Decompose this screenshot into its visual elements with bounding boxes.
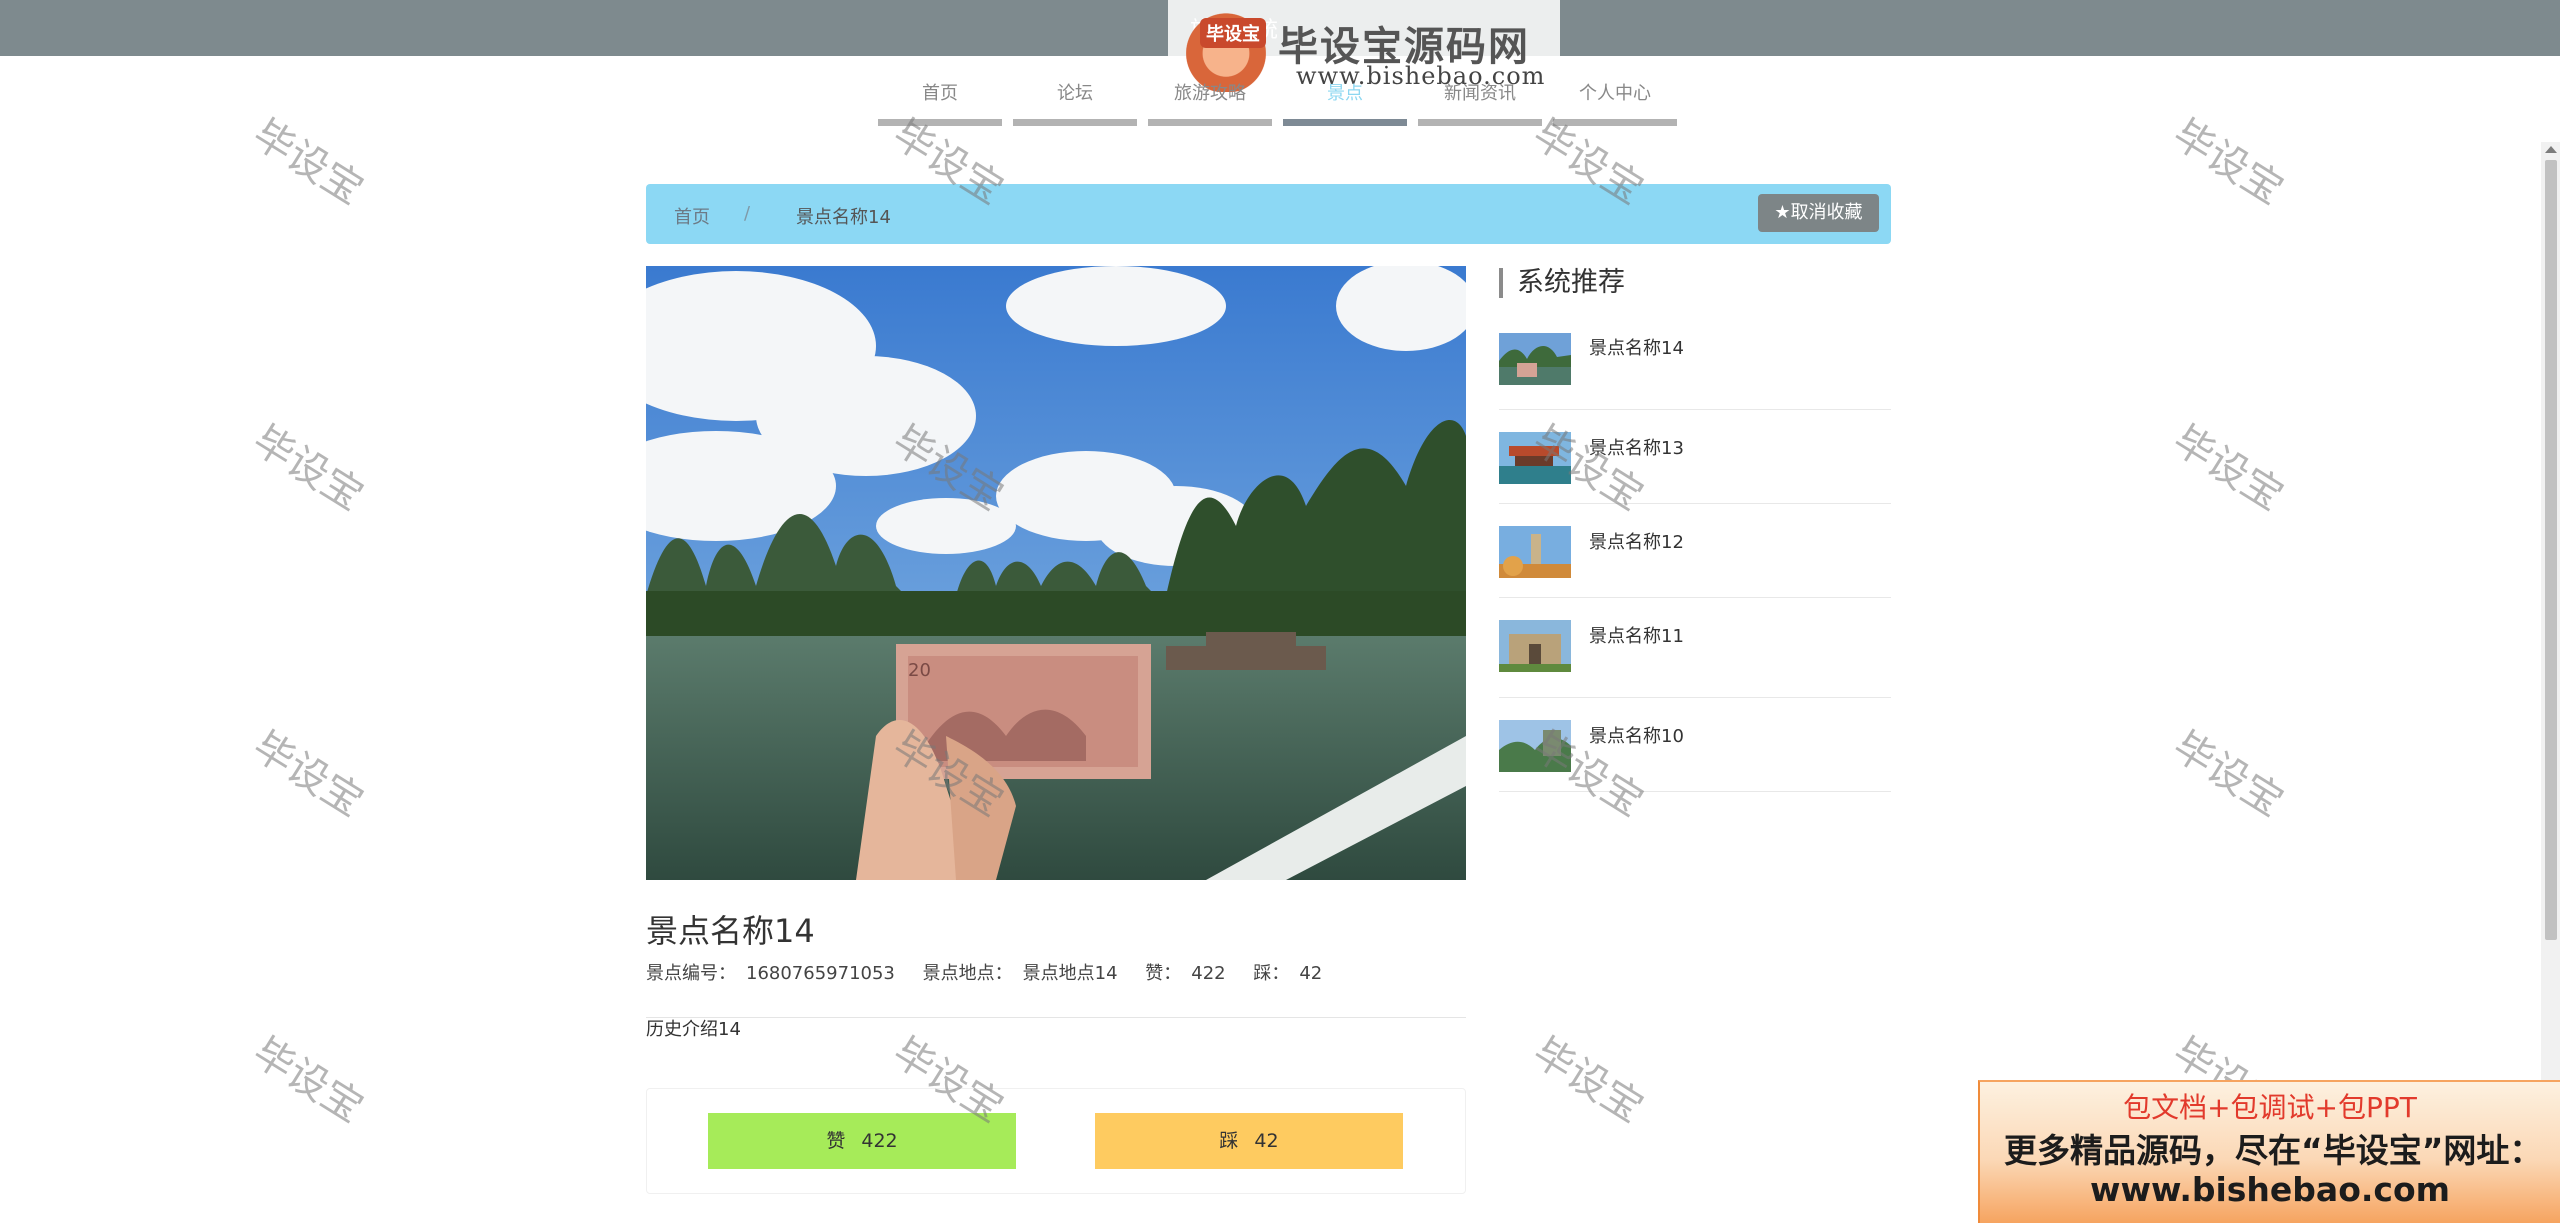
nav-item-profile[interactable]: 个人中心 [1553, 78, 1677, 126]
watermark-text: 毕设宝 [2164, 417, 2291, 520]
recommend-item[interactable]: 景点名称12 [1499, 520, 1891, 598]
watermark-text: 毕设宝 [244, 111, 371, 214]
recommend-item[interactable]: 景点名称14 [1499, 330, 1891, 410]
ad-line-1: 包文档+包调试+包PPT [2123, 1091, 2417, 1124]
ad-banner[interactable]: 包文档+包调试+包PPT 更多精品源码，尽在“毕设宝”网址： www.bishe… [1978, 1080, 2560, 1223]
recommend-heading: 系统推荐 [1499, 268, 1625, 298]
attraction-photo: 20 [646, 266, 1466, 880]
nav-item-news[interactable]: 新闻资讯 [1418, 78, 1542, 126]
recommend-item[interactable]: 景点名称13 [1499, 426, 1891, 504]
watermark-text: 毕设宝 [2164, 111, 2291, 214]
unfavorite-button[interactable]: ★取消收藏 [1758, 194, 1879, 232]
like-button[interactable]: 赞 422 [708, 1113, 1016, 1169]
watermark-text: 毕设宝 [244, 723, 371, 826]
meta-likes-value: 422 [1191, 963, 1226, 984]
attraction-meta: 景点编号： 1680765971053 景点地点： 景点地点14 赞： 422 踩： 4… [646, 959, 1344, 985]
breadcrumb-separator: / [744, 203, 751, 224]
recommend-thumbnail [1499, 333, 1571, 385]
history-intro: 历史介绍14 [646, 1019, 741, 1040]
breadcrumb: 首页 / 景点名称14 ★取消收藏 [646, 184, 1891, 244]
meta-number-key: 景点编号： [646, 963, 736, 984]
unfavorite-label: 取消收藏 [1790, 202, 1863, 223]
scroll-up-arrow-icon[interactable] [2545, 146, 2557, 153]
meta-location-value: 景点地点14 [1022, 963, 1118, 984]
ad-line-2: 更多精品源码，尽在“毕设宝”网址： [2004, 1131, 2543, 1170]
recommend-item[interactable]: 景点名称11 [1499, 614, 1891, 698]
recommend-item[interactable]: 景点名称10 [1499, 714, 1891, 792]
recommend-thumbnail [1499, 526, 1571, 578]
recommend-label: 景点名称11 [1589, 626, 1684, 647]
meta-dislikes-key: 踩： [1253, 963, 1290, 984]
main-nav: 首页 论坛 旅游攻略 景点 新闻资讯 个人中心 [878, 78, 1688, 126]
like-label: 赞 [826, 1130, 846, 1152]
ad-url[interactable]: www.bishebao.com [1980, 1170, 2560, 1209]
meta-likes-key: 赞： [1145, 963, 1182, 984]
like-count: 422 [861, 1130, 898, 1152]
dislike-label: 踩 [1219, 1130, 1239, 1152]
nav-item-home[interactable]: 首页 [878, 78, 1002, 126]
nav-item-forum[interactable]: 论坛 [1013, 78, 1137, 126]
watermark-text: 毕设宝 [244, 417, 371, 520]
nav-item-guides[interactable]: 旅游攻略 [1148, 78, 1272, 126]
scroll-thumb[interactable] [2545, 160, 2557, 940]
attraction-title: 景点名称14 [646, 912, 815, 950]
recommend-label: 景点名称13 [1589, 438, 1684, 459]
recommend-label: 景点名称12 [1589, 532, 1684, 553]
divider [646, 1017, 1466, 1018]
meta-location-key: 景点地点： [922, 963, 1013, 984]
watermark-text: 毕设宝 [2164, 723, 2291, 826]
recommend-thumbnail [1499, 720, 1571, 772]
breadcrumb-current: 景点名称14 [796, 207, 891, 228]
breadcrumb-home[interactable]: 首页 [674, 203, 710, 229]
dislike-button[interactable]: 踩 42 [1095, 1113, 1403, 1169]
meta-number-value: 1680765971053 [746, 963, 895, 984]
logo-badge-text: 毕设宝 [1200, 18, 1266, 48]
dislike-count: 42 [1254, 1130, 1279, 1152]
nav-item-attractions[interactable]: 景点 [1283, 78, 1407, 126]
star-icon: ★ [1774, 202, 1791, 223]
vote-panel: 赞 422 踩 42 [646, 1088, 1466, 1194]
recommend-thumbnail [1499, 432, 1571, 484]
recommend-label: 景点名称14 [1589, 338, 1684, 359]
watermark-text: 毕设宝 [244, 1029, 371, 1132]
watermark-text: 毕设宝 [1524, 1029, 1651, 1132]
page-scrollbar[interactable] [2541, 142, 2560, 1223]
recommend-thumbnail [1499, 620, 1571, 672]
recommend-label: 景点名称10 [1589, 726, 1684, 747]
svg-text:20: 20 [908, 660, 931, 681]
meta-dislikes-value: 42 [1299, 963, 1323, 984]
